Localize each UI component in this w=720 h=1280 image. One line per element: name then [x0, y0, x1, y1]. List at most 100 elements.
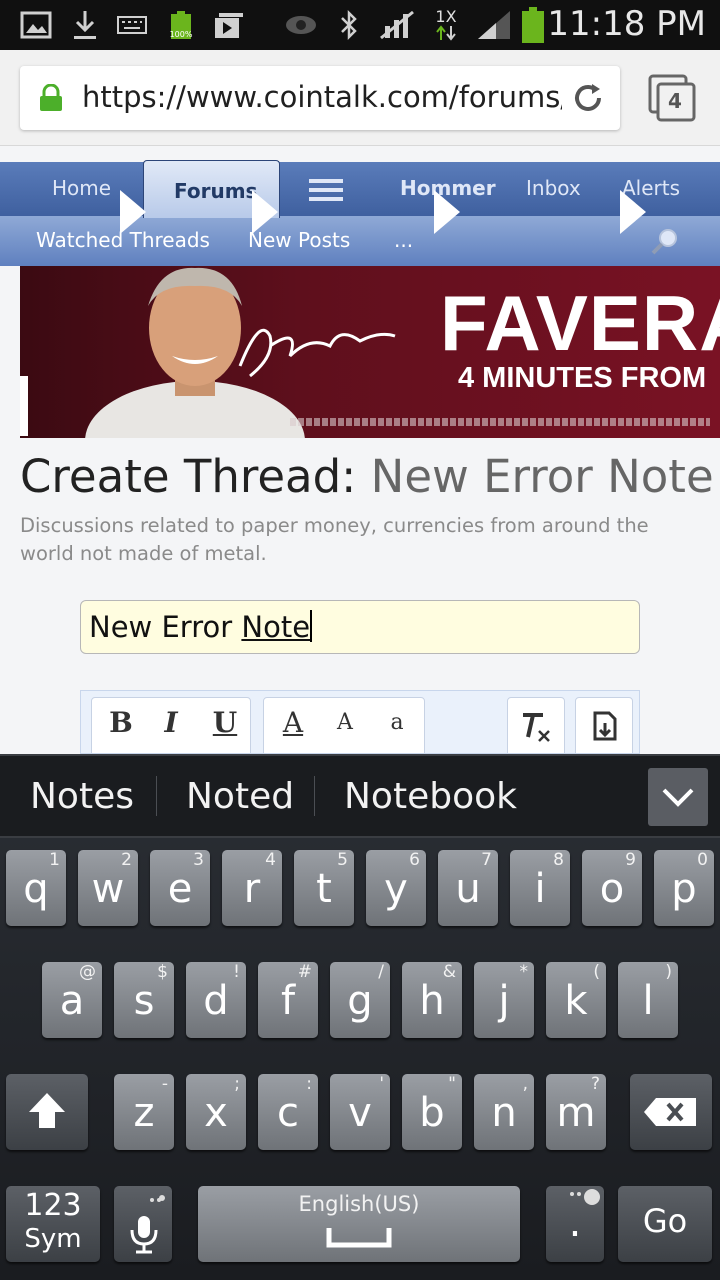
key-label: y [384, 866, 408, 912]
key-label: a [59, 978, 85, 1024]
key-label: e [167, 866, 193, 912]
eye-icon [284, 8, 318, 42]
tabs-button[interactable]: 4 [648, 74, 696, 122]
voice-input-key[interactable] [114, 1186, 172, 1262]
suggestion-bar: Notes Noted Notebook [0, 754, 720, 838]
search-icon[interactable] [650, 226, 680, 260]
suggestion-divider [314, 776, 315, 816]
key-i[interactable]: 8i [510, 850, 570, 926]
key-u[interactable]: 7u [438, 850, 498, 926]
key-p[interactable]: 0p [654, 850, 714, 926]
suggestion-1[interactable]: Notes [30, 776, 134, 817]
key-label: i [534, 866, 546, 912]
no-signal-icon [376, 8, 418, 42]
key-label: p [671, 866, 697, 912]
key-label: l [642, 978, 654, 1024]
key-label: t [316, 866, 332, 912]
shift-icon [29, 1093, 65, 1128]
key-w[interactable]: 2w [78, 850, 138, 926]
key-label: u [455, 866, 481, 912]
page-title-forum[interactable]: New Error Note [371, 450, 714, 503]
ad-disclaimer [290, 418, 710, 426]
go-key[interactable]: Go [618, 1186, 712, 1262]
key-a[interactable]: @ a [42, 962, 102, 1038]
suggestion-2[interactable]: Noted [186, 776, 294, 817]
insert-icon[interactable] [589, 709, 619, 747]
key-h[interactable]: & h [402, 962, 462, 1038]
scroll-arrow-icon [434, 190, 460, 234]
bold-button[interactable]: B [101, 703, 141, 743]
key-k[interactable]: (k [546, 962, 606, 1038]
shift-key[interactable] [6, 1074, 88, 1150]
clock: 11:18 PM [547, 4, 706, 44]
suggestion-divider [156, 776, 157, 816]
key-label: f [280, 978, 296, 1024]
underline-button[interactable]: U [205, 703, 245, 743]
key-d[interactable]: ! d [186, 962, 246, 1038]
microphone-icon [130, 1195, 165, 1254]
italic-button[interactable]: I [151, 703, 191, 743]
key-o[interactable]: 9o [582, 850, 642, 926]
gallery-icon [18, 8, 54, 42]
period-key[interactable]: . [546, 1186, 604, 1262]
key-q[interactable]: 1q [6, 850, 66, 926]
url-text[interactable]: https://www.cointalk.com/forums/p [82, 80, 562, 114]
browser-toolbar: https://www.cointalk.com/forums/p 4 [0, 50, 720, 146]
space-key[interactable]: English(US) [198, 1186, 520, 1262]
key-f[interactable]: # f [258, 962, 318, 1038]
network-type-label: 1X [435, 7, 457, 26]
key-z[interactable]: -z [114, 1074, 174, 1150]
nav-more[interactable]: ... [394, 228, 413, 252]
symbols-key[interactable]: 123 Sym [6, 1186, 100, 1262]
key-j[interactable]: * j [474, 962, 534, 1038]
key-n[interactable]: ,n [474, 1074, 534, 1150]
key-v[interactable]: ' v [330, 1074, 390, 1150]
key-e[interactable]: 3e [150, 850, 210, 926]
key-m[interactable]: ? m [546, 1074, 606, 1150]
font-color-button[interactable]: A [273, 703, 313, 743]
nav-home[interactable]: Home [52, 176, 111, 200]
suggestion-3[interactable]: Notebook [344, 776, 517, 817]
key-x[interactable]: ; x [186, 1074, 246, 1150]
key-b[interactable]: " b [402, 1074, 462, 1150]
keyboard-icon [116, 8, 148, 42]
ad-headline: FAVERA [440, 279, 720, 367]
key-r[interactable]: 4r [222, 850, 282, 926]
ad-subline: 4 MINUTES FROM [458, 362, 707, 394]
key-c[interactable]: :c [258, 1074, 318, 1150]
key-g[interactable]: / g [330, 962, 390, 1038]
key-y[interactable]: 6y [366, 850, 426, 926]
reload-icon[interactable] [570, 80, 606, 120]
thread-title-input[interactable]: New Error Note [80, 600, 640, 654]
symbols-key-label-1: 123 [24, 1188, 82, 1223]
font-size-button[interactable]: A [325, 703, 365, 743]
scroll-arrow-icon [252, 190, 278, 234]
editor-toolbar: B I U A A a [80, 690, 640, 754]
key-label: c [277, 1090, 299, 1136]
url-field[interactable]: https://www.cointalk.com/forums/p [20, 66, 620, 130]
bluetooth-icon [336, 8, 362, 42]
scroll-arrow-icon [120, 190, 146, 234]
symbols-key-label-2: Sym [24, 1224, 82, 1254]
key-label: q [23, 866, 49, 912]
expand-suggestions-button[interactable] [648, 768, 708, 826]
lock-icon [38, 83, 64, 116]
title-input-text: New Error [89, 610, 242, 644]
go-key-label: Go [642, 1202, 688, 1240]
key-t[interactable]: 5t [294, 850, 354, 926]
remove-format-icon[interactable] [519, 711, 553, 747]
nav-inbox[interactable]: Inbox [526, 176, 581, 200]
key-s[interactable]: $ s [114, 962, 174, 1038]
menu-icon[interactable] [309, 179, 343, 205]
backspace-key[interactable] [630, 1074, 712, 1150]
key-label: k [564, 978, 588, 1024]
key-l[interactable]: ) l [618, 962, 678, 1038]
nav-forums[interactable]: Forums [174, 179, 257, 203]
status-bar: 100% 1X 11:18 PM [0, 0, 720, 50]
key-label: s [133, 978, 155, 1024]
font-family-button[interactable]: a [377, 703, 417, 743]
key-label: w [91, 866, 125, 912]
backspace-icon [644, 1098, 696, 1126]
key-label: j [498, 978, 510, 1024]
ad-banner[interactable]: FAVERA 4 MINUTES FROM [20, 266, 720, 438]
